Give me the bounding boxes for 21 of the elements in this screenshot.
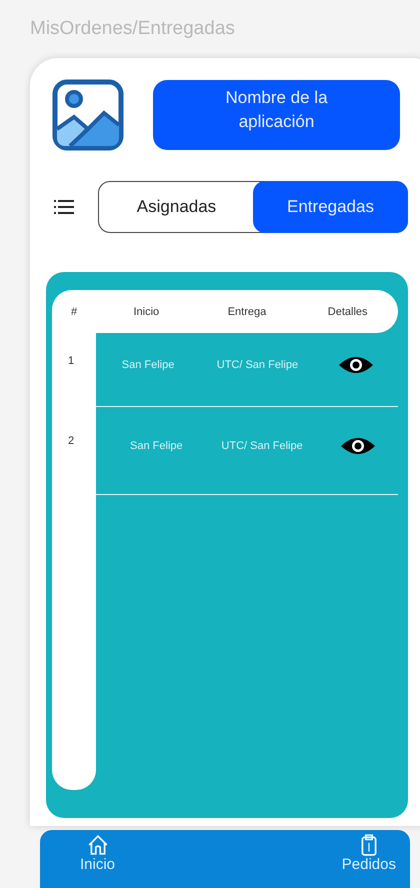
eye-icon[interactable] xyxy=(340,436,376,456)
row-number: 2 xyxy=(68,435,74,447)
column-header: Detalles xyxy=(326,306,369,318)
nav-item[interactable]: Inicio xyxy=(80,830,116,888)
table-cell-text: UTC/ San Felipe xyxy=(220,440,304,452)
home-icon xyxy=(86,834,109,856)
image-icon xyxy=(52,79,124,151)
column-header: Entrega xyxy=(226,306,268,318)
page-title: MisOrdenes/Entregadas xyxy=(29,17,236,41)
tab[interactable]: Asignadas xyxy=(99,182,254,232)
tab[interactable]: Entregadas xyxy=(253,181,408,233)
row-number: 1 xyxy=(68,355,74,367)
menu-icon[interactable] xyxy=(54,200,74,214)
nav-item[interactable]: Pedidos xyxy=(342,830,396,888)
column-header: # xyxy=(70,306,78,318)
app-name-banner: Nombre de la aplicación xyxy=(153,80,400,150)
eye-icon[interactable] xyxy=(338,354,374,374)
table-cell-text: San Felipe xyxy=(129,440,184,452)
table-cell-text: UTC/ San Felipe xyxy=(216,358,300,370)
column-header: Inicio xyxy=(132,306,160,318)
table-cell-text: San Felipe xyxy=(120,358,176,370)
